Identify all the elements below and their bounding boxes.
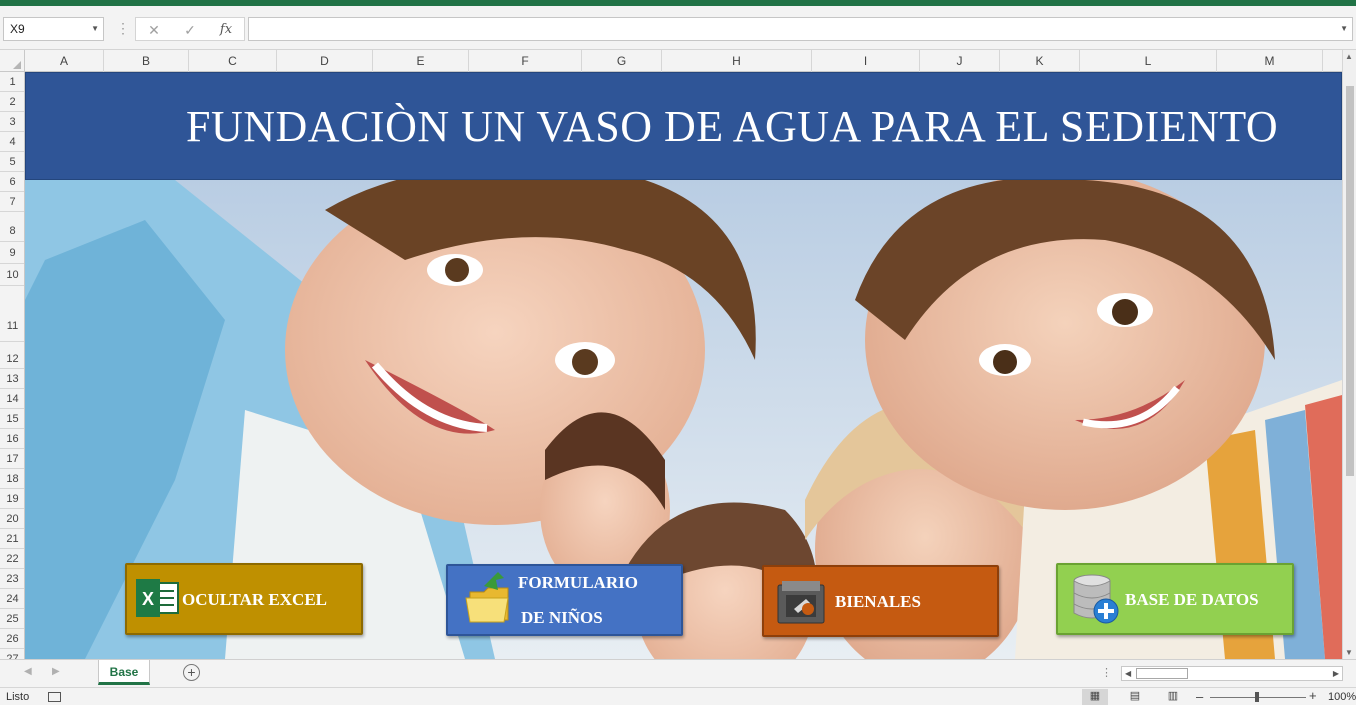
status-bar: Listo ▦ ▤ ▥ – + 100%: [0, 687, 1356, 705]
title-banner: FUNDACIÒN UN VASO DE AGUA PARA EL SEDIEN…: [25, 72, 1342, 180]
row-header[interactable]: 26: [0, 629, 24, 649]
page-layout-icon[interactable]: ▤: [1122, 689, 1148, 705]
column-header-f[interactable]: F: [469, 50, 582, 72]
row-header[interactable]: 21: [0, 529, 24, 549]
add-sheet-icon[interactable]: +: [183, 664, 200, 681]
enter-icon[interactable]: ✓: [178, 20, 202, 40]
row-header[interactable]: 15: [0, 409, 24, 429]
column-header-k[interactable]: K: [1000, 50, 1080, 72]
bienales-label: BIENALES: [835, 592, 921, 611]
scroll-right-icon[interactable]: ▶: [1333, 667, 1339, 680]
insert-function-icon[interactable]: fx: [214, 20, 238, 40]
sheet-tabs-bar: ◀ ▶ Base + ⋮ ◀ ▶: [0, 659, 1356, 687]
row-header[interactable]: 12: [0, 342, 24, 369]
scroll-left-icon[interactable]: ◀: [1125, 667, 1131, 680]
vertical-scroll-thumb[interactable]: [1346, 86, 1354, 476]
zoom-level[interactable]: 100%: [1328, 691, 1356, 703]
row-header[interactable]: 6: [0, 172, 24, 192]
formulario-ninos-button[interactable]: FORMULARIO DE NIÑOS: [446, 564, 683, 636]
row-header[interactable]: 3: [0, 112, 24, 132]
children-photo: X OCULTAR EXCEL FORMULARIO DE NIÑOS BIEN…: [25, 180, 1342, 659]
row-header[interactable]: 18: [0, 469, 24, 489]
tab-base[interactable]: Base: [98, 660, 150, 685]
horizontal-scrollbar[interactable]: ◀ ▶: [1121, 666, 1343, 681]
row-header[interactable]: 17: [0, 449, 24, 469]
prev-sheet-icon[interactable]: ◀: [24, 666, 32, 677]
folder-icon: [465, 572, 509, 623]
row-header[interactable]: 23: [0, 569, 24, 589]
row-header[interactable]: 19: [0, 489, 24, 509]
column-header-e[interactable]: E: [373, 50, 469, 72]
row-header[interactable]: 2: [0, 92, 24, 112]
row-header[interactable]: 27: [0, 649, 24, 659]
column-header-i[interactable]: I: [812, 50, 920, 72]
tab-splitter-icon[interactable]: ⋮: [1101, 666, 1112, 679]
excel-window: X9 ▼ ⋮ ✕ ✓ fx ▼ A B C D E F G H I J K L …: [0, 0, 1356, 705]
row-header[interactable]: 25: [0, 609, 24, 629]
zoom-slider-thumb[interactable]: [1255, 692, 1259, 702]
column-header-c[interactable]: C: [189, 50, 277, 72]
scroll-up-icon[interactable]: ▲: [1345, 52, 1353, 61]
row-header[interactable]: 22: [0, 549, 24, 569]
database-icon: [1073, 574, 1119, 624]
bienales-button[interactable]: BIENALES: [762, 565, 999, 637]
ocultar-excel-button[interactable]: X OCULTAR EXCEL: [125, 563, 363, 635]
column-header-a[interactable]: A: [25, 50, 104, 72]
expand-formula-icon[interactable]: ▼: [1340, 24, 1348, 33]
normal-view-icon[interactable]: ▦: [1082, 689, 1108, 705]
formula-grip-icon: ⋮: [116, 20, 130, 36]
row-header[interactable]: 9: [0, 242, 24, 264]
next-sheet-icon[interactable]: ▶: [52, 666, 60, 677]
page-break-preview-icon[interactable]: ▥: [1160, 689, 1186, 705]
row-headers: 1 2 3 4 5 6 7 8 9 10 11 12 13 14 15 16 1…: [0, 72, 25, 659]
row-header[interactable]: 14: [0, 389, 24, 409]
name-box-value: X9: [10, 22, 25, 36]
name-box-dropdown-icon[interactable]: ▼: [91, 18, 99, 40]
base-de-datos-label: BASE DE DATOS: [1125, 590, 1259, 609]
formulario-label-line1: FORMULARIO: [518, 573, 638, 592]
row-header[interactable]: 7: [0, 192, 24, 212]
formulario-label-line2: DE NIÑOS: [521, 608, 603, 627]
formula-input[interactable]: ▼: [248, 17, 1353, 41]
row-header[interactable]: 10: [0, 264, 24, 286]
column-header-d[interactable]: D: [277, 50, 373, 72]
page-title: FUNDACIÒN UN VASO DE AGUA PARA EL SEDIEN…: [186, 102, 1279, 151]
zoom-in-icon[interactable]: +: [1309, 688, 1317, 703]
row-header[interactable]: 24: [0, 589, 24, 609]
column-header-h[interactable]: H: [662, 50, 812, 72]
base-de-datos-button[interactable]: BASE DE DATOS: [1056, 563, 1294, 635]
row-header[interactable]: 4: [0, 132, 24, 152]
row-header[interactable]: 20: [0, 509, 24, 529]
column-header-j[interactable]: J: [920, 50, 1000, 72]
zoom-out-icon[interactable]: –: [1196, 689, 1203, 704]
vertical-scrollbar[interactable]: ▲ ▼: [1342, 50, 1356, 659]
column-header-m[interactable]: M: [1217, 50, 1323, 72]
row-header[interactable]: 16: [0, 429, 24, 449]
excel-icon: X: [136, 579, 179, 617]
file-cabinet-icon: [777, 581, 825, 624]
column-header-l[interactable]: L: [1080, 50, 1217, 72]
formula-buttons: ✕ ✓ fx: [135, 17, 245, 41]
svg-text:X: X: [142, 589, 154, 609]
row-header[interactable]: 8: [0, 212, 24, 242]
cancel-icon[interactable]: ✕: [142, 20, 166, 40]
row-header[interactable]: 5: [0, 152, 24, 172]
worksheet-grid[interactable]: FUNDACIÒN UN VASO DE AGUA PARA EL SEDIEN…: [25, 72, 1342, 659]
scroll-down-icon[interactable]: ▼: [1345, 648, 1353, 657]
column-header-b[interactable]: B: [104, 50, 189, 72]
status-text: Listo: [6, 691, 30, 703]
row-header[interactable]: 13: [0, 369, 24, 389]
formula-row: X9 ▼ ⋮ ✕ ✓ fx ▼: [0, 6, 1356, 50]
ocultar-excel-label: OCULTAR EXCEL: [182, 590, 328, 609]
select-all-button[interactable]: [0, 50, 25, 72]
column-headers: A B C D E F G H I J K L M: [0, 50, 1356, 72]
column-header-g[interactable]: G: [582, 50, 662, 72]
name-box[interactable]: X9 ▼: [3, 17, 104, 41]
horizontal-scroll-thumb[interactable]: [1136, 668, 1188, 679]
macro-record-icon[interactable]: [48, 692, 61, 702]
row-header[interactable]: 11: [0, 286, 24, 342]
row-header[interactable]: 1: [0, 72, 24, 92]
